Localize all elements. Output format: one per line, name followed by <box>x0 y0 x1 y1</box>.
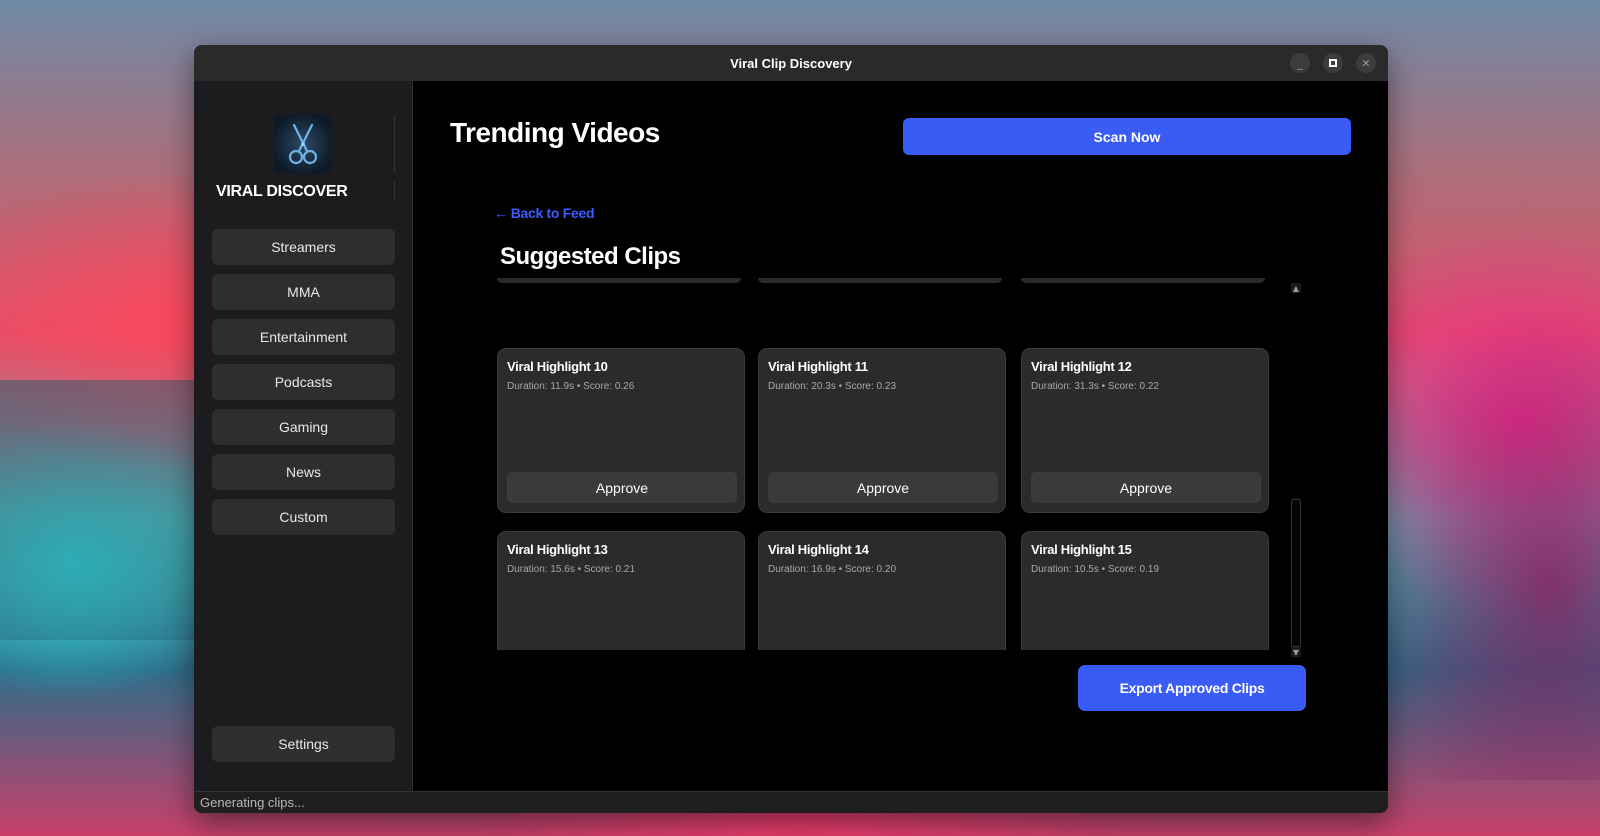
minimize-button[interactable]: _ <box>1290 53 1310 73</box>
maximize-icon <box>1329 59 1337 67</box>
clip-title: Viral Highlight 12 <box>1031 359 1132 374</box>
scrollbar-thumb[interactable] <box>1291 499 1301 647</box>
back-link-label: Back to Feed <box>510 205 595 221</box>
desktop-wallpaper-left <box>0 380 200 640</box>
clip-meta: Duration: 16.9s • Score: 0.20 <box>768 564 897 575</box>
nav-news[interactable]: News <box>212 454 395 490</box>
maximize-button[interactable] <box>1323 53 1343 73</box>
clips-grid[interactable]: Viral Highlight 10 Duration: 11.9s • Sco… <box>494 278 1304 650</box>
sidebar: VIRAL DISCOVER Streamers MMA Entertainme… <box>194 81 413 791</box>
clip-card: Viral Highlight 14 Duration: 16.9s • Sco… <box>758 531 1006 650</box>
approve-button[interactable]: Approve <box>1031 472 1261 503</box>
clip-title: Viral Highlight 15 <box>1031 542 1132 557</box>
clip-title: Viral Highlight 10 <box>507 359 608 374</box>
clip-meta: Duration: 15.6s • Score: 0.21 <box>507 564 636 575</box>
settings-button[interactable]: Settings <box>212 726 395 762</box>
app-window: Viral Clip Discovery _ ✕ VIRAL DISCOVER … <box>194 45 1388 813</box>
approve-button[interactable]: Approve <box>768 472 998 503</box>
scan-now-button[interactable]: Scan Now <box>903 118 1351 155</box>
status-text: Generating clips... <box>200 795 305 810</box>
clip-card-partial <box>497 278 741 283</box>
scroll-up-icon[interactable]: ▲ <box>1291 283 1301 293</box>
app-logo <box>274 115 332 173</box>
close-icon: ✕ <box>1361 56 1371 70</box>
minimize-icon: _ <box>1297 56 1303 70</box>
nav-podcasts[interactable]: Podcasts <box>212 364 395 400</box>
clip-meta: Duration: 20.3s • Score: 0.23 <box>768 381 897 392</box>
sidebar-divider <box>394 115 395 173</box>
section-title: Suggested Clips <box>500 243 681 270</box>
nav-streamers[interactable]: Streamers <box>212 229 395 265</box>
export-approved-clips-button[interactable]: Export Approved Clips <box>1078 665 1306 711</box>
clip-title: Viral Highlight 13 <box>507 542 608 557</box>
status-bar: Generating clips... <box>194 791 1388 813</box>
nav-entertainment[interactable]: Entertainment <box>212 319 395 355</box>
clip-card-partial <box>1021 278 1265 283</box>
clip-card: Viral Highlight 12 Duration: 31.3s • Sco… <box>1021 348 1269 513</box>
scroll-down-icon[interactable]: ▼ <box>1291 647 1301 657</box>
nav-mma[interactable]: MMA <box>212 274 395 310</box>
page-title: Trending Videos <box>450 117 660 148</box>
arrow-left-icon: ← <box>494 205 508 221</box>
back-to-feed-link[interactable]: ← Back to Feed <box>494 205 595 221</box>
clip-meta: Duration: 31.3s • Score: 0.22 <box>1031 381 1160 392</box>
sidebar-divider <box>394 181 395 201</box>
clip-title: Viral Highlight 11 <box>768 359 868 374</box>
scissors-icon <box>288 123 318 165</box>
clip-card-partial <box>758 278 1002 283</box>
nav-custom[interactable]: Custom <box>212 499 395 535</box>
window-title: Viral Clip Discovery <box>730 55 852 71</box>
approve-button[interactable]: Approve <box>507 472 737 503</box>
clip-card: Viral Highlight 10 Duration: 11.9s • Sco… <box>497 348 745 513</box>
brand-name: VIRAL DISCOVER <box>216 183 348 200</box>
clip-meta: Duration: 10.5s • Score: 0.19 <box>1031 564 1160 575</box>
close-button[interactable]: ✕ <box>1356 53 1376 73</box>
title-bar[interactable]: Viral Clip Discovery _ ✕ <box>194 45 1388 81</box>
clips-scrollbar[interactable]: ▲ ▼ <box>1291 283 1301 657</box>
clip-card: Viral Highlight 11 Duration: 20.3s • Sco… <box>758 348 1006 513</box>
clip-title: Viral Highlight 14 <box>768 542 869 557</box>
clip-card: Viral Highlight 15 Duration: 10.5s • Sco… <box>1021 531 1269 650</box>
nav-gaming[interactable]: Gaming <box>212 409 395 445</box>
clip-card: Viral Highlight 13 Duration: 15.6s • Sco… <box>497 531 745 650</box>
clip-meta: Duration: 11.9s • Score: 0.26 <box>507 381 635 392</box>
